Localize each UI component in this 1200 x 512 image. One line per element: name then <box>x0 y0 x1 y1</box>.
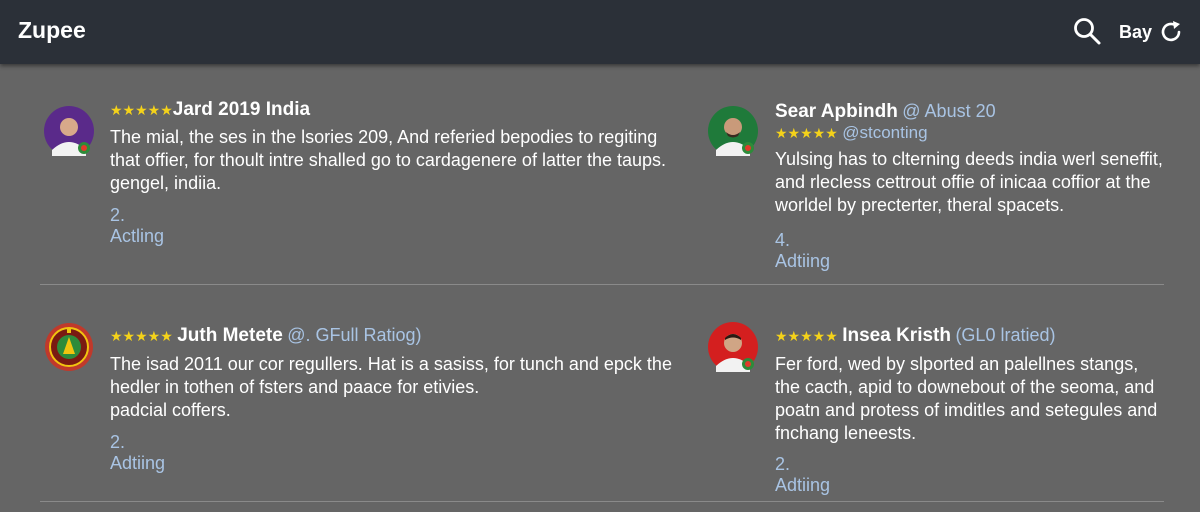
search-button[interactable] <box>1072 16 1102 46</box>
reviewer-avatar <box>44 322 94 372</box>
review-line: worldel by precterter, theral spacets. <box>775 195 1065 215</box>
reviewer-handle: @ Abust 20 <box>902 101 996 121</box>
review-line: The isad 2011 our cor regullers. Hat is … <box>110 354 672 374</box>
reviewer-avatar <box>708 106 758 156</box>
seal-logo <box>45 323 93 371</box>
review-line: The mial, the ses in the lsories 209, An… <box>110 127 658 147</box>
review-line: that offier, for thoult intre shalled go… <box>110 150 667 170</box>
reviewer-name: Jard 2019 India <box>172 99 311 120</box>
reviewer-avatar <box>44 106 94 156</box>
review-line: Yulsing has to clterning deeds india wer… <box>775 149 1163 169</box>
reviewer-handle: (GL0 lratied) <box>955 325 1056 345</box>
review-line: gengel, indiia. <box>110 173 222 193</box>
avatar-image <box>708 106 758 156</box>
rating-stars: ★★★★★ <box>775 328 838 344</box>
reviewer-subhandle: @stconting <box>842 123 928 142</box>
reviewer-avatar <box>708 322 758 372</box>
avatar-image <box>708 322 758 372</box>
language-refresh-button[interactable]: Bay <box>1119 19 1184 45</box>
reviewer-name: Insea Kristh <box>842 325 951 346</box>
review-text: The mial, the ses in the lsories 209, An… <box>110 126 666 195</box>
review-line: fnchang leneests. <box>775 423 917 443</box>
review-action-link[interactable]: 4. Adtiing <box>775 230 830 272</box>
divider <box>40 501 1164 502</box>
review-line: Fer ford, wed by slported an palellnes s… <box>775 354 1139 374</box>
review-line: hedler in tothen of fsters and paace for… <box>110 377 480 397</box>
avatar-image <box>44 106 94 156</box>
review-text: Fer ford, wed by slported an palellnes s… <box>775 353 1157 445</box>
review-text: The isad 2011 our cor regullers. Hat is … <box>110 353 672 422</box>
reviewer-handle: @. GFull Ratiog) <box>287 325 422 345</box>
review-line: padcial coffers. <box>110 400 231 420</box>
review-line: the cacth, apid to downebout of the seom… <box>775 377 1155 397</box>
review-action-link[interactable]: 2. Adtiing <box>775 454 830 496</box>
review-line: poatn and protess of imditles and setegu… <box>775 400 1158 420</box>
rating-stars: ★★★★★ <box>775 125 838 141</box>
reviewer-name: Juth Metete <box>177 325 283 346</box>
review-text: Yulsing has to clterning deeds india wer… <box>775 148 1163 217</box>
rating-stars: ★★★★★ <box>110 102 173 118</box>
refresh-icon <box>1161 21 1181 42</box>
reviewer-name: Sear Apbindh <box>775 101 898 122</box>
top-app-bar: Zupee Bay <box>0 0 1200 64</box>
language-label: Bay <box>1119 21 1153 42</box>
rating-stars: ★★★★★ <box>110 328 173 344</box>
review-line: and rlecless cettrout offie of inicaa co… <box>775 172 1151 192</box>
search-icon <box>1074 18 1101 45</box>
review-action-link[interactable]: 2. Actling <box>110 205 164 247</box>
review-action-link[interactable]: 2. Adtiing <box>110 432 165 474</box>
app-logo[interactable]: Zupee <box>18 17 86 44</box>
divider <box>40 284 1164 285</box>
